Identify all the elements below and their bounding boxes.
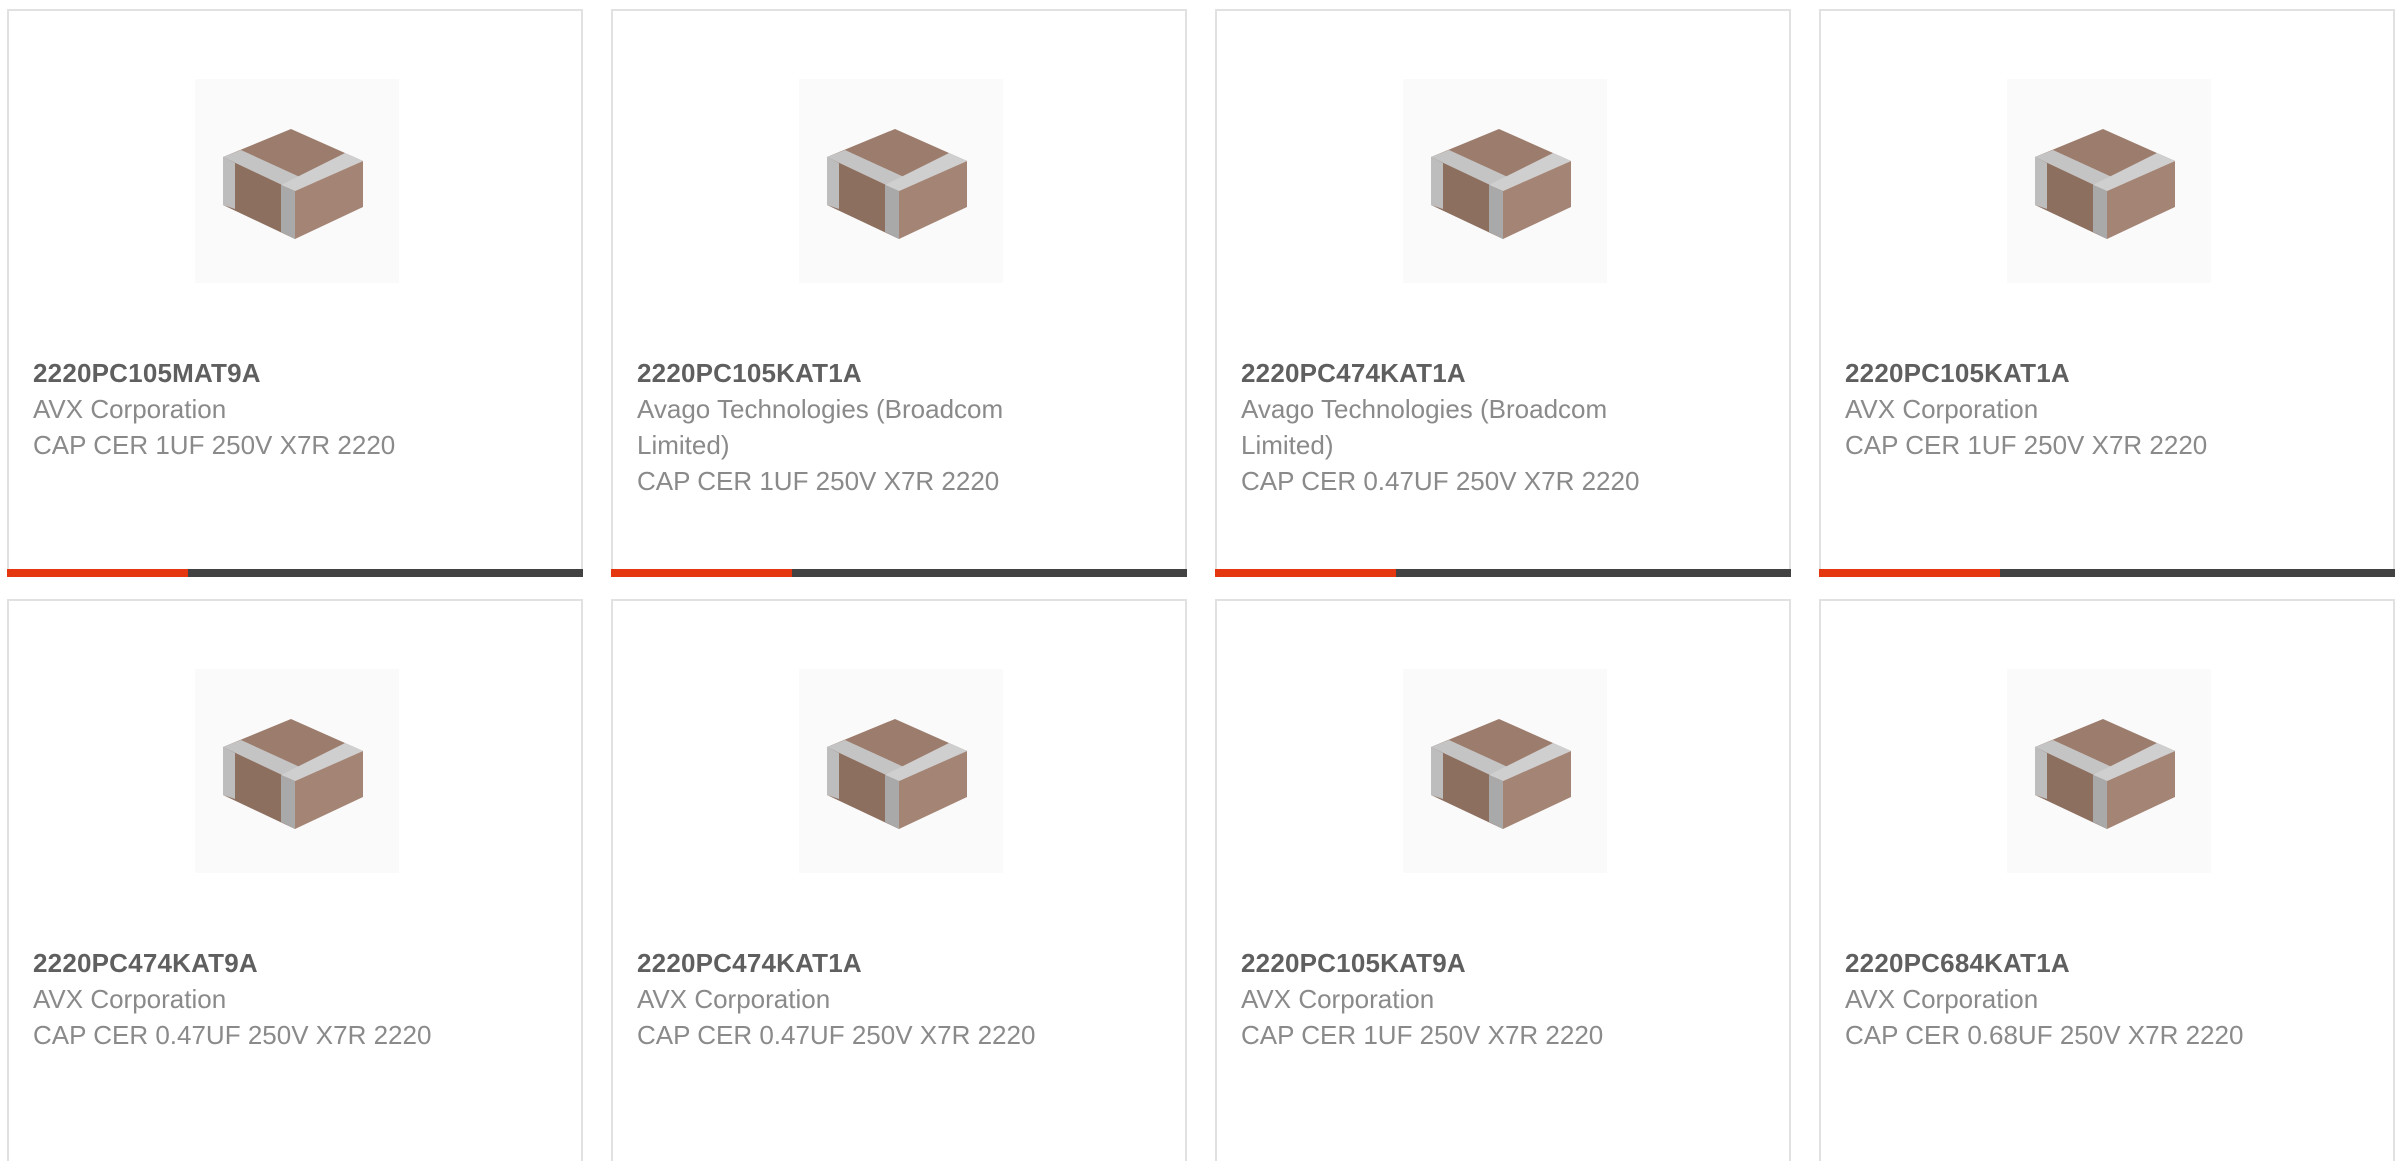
card-progress-bar — [611, 569, 1187, 577]
part-number[interactable]: 2220PC474KAT9A — [33, 945, 453, 981]
description: CAP CER 0.47UF 250V X7R 2220 — [1241, 466, 1640, 496]
product-card[interactable]: 2220PC474KAT9A AVX Corporation CAP CER 0… — [7, 599, 583, 1161]
manufacturer: AVX Corporation — [33, 984, 227, 1014]
product-card[interactable]: 2220PC474KAT1A AVX Corporation CAP CER 0… — [611, 599, 1187, 1161]
part-number[interactable]: 2220PC105KAT9A — [1241, 945, 1661, 981]
description: CAP CER 0.68UF 250V X7R 2220 — [1845, 1020, 2244, 1050]
manufacturer: Avago Technologies (Broadcom Limited) — [637, 394, 1004, 460]
ceramic-capacitor-chip-icon — [1403, 79, 1607, 283]
ceramic-capacitor-chip-icon — [1403, 669, 1607, 873]
description: CAP CER 1UF 250V X7R 2220 — [637, 466, 1000, 496]
manufacturer: AVX Corporation — [1845, 394, 2039, 424]
card-progress-bar — [1215, 569, 1791, 577]
product-card[interactable]: 2220PC105KAT9A AVX Corporation CAP CER 1… — [1215, 599, 1791, 1161]
product-card[interactable]: 2220PC105MAT9A AVX Corporation CAP CER 1… — [7, 9, 583, 577]
product-info: 2220PC474KAT1A Avago Technologies (Broad… — [1241, 355, 1661, 499]
product-card[interactable]: 2220PC474KAT1A Avago Technologies (Broad… — [1215, 9, 1791, 577]
product-card[interactable]: 2220PC684KAT1A AVX Corporation CAP CER 0… — [1819, 599, 2395, 1161]
card-progress-fill — [1819, 569, 2001, 577]
capacitor-image — [2007, 669, 2211, 873]
ceramic-capacitor-chip-icon — [799, 79, 1003, 283]
product-info: 2220PC684KAT1A AVX Corporation CAP CER 0… — [1845, 945, 2265, 1053]
product-info: 2220PC474KAT1A AVX Corporation CAP CER 0… — [637, 945, 1057, 1053]
product-info: 2220PC474KAT9A AVX Corporation CAP CER 0… — [33, 945, 453, 1053]
part-number[interactable]: 2220PC474KAT1A — [1241, 355, 1661, 391]
ceramic-capacitor-chip-icon — [195, 79, 399, 283]
part-number[interactable]: 2220PC105MAT9A — [33, 355, 453, 391]
ceramic-capacitor-chip-icon — [2007, 79, 2211, 283]
ceramic-capacitor-chip-icon — [195, 669, 399, 873]
product-grid: 2220PC105MAT9A AVX Corporation CAP CER 1… — [0, 0, 2400, 1161]
product-info: 2220PC105KAT9A AVX Corporation CAP CER 1… — [1241, 945, 1661, 1053]
description: CAP CER 1UF 250V X7R 2220 — [1241, 1020, 1604, 1050]
description: CAP CER 1UF 250V X7R 2220 — [33, 430, 396, 460]
card-progress-fill — [611, 569, 793, 577]
capacitor-image — [195, 669, 399, 873]
product-card[interactable]: 2220PC105KAT1A Avago Technologies (Broad… — [611, 9, 1187, 577]
manufacturer: AVX Corporation — [33, 394, 227, 424]
description: CAP CER 0.47UF 250V X7R 2220 — [33, 1020, 432, 1050]
capacitor-image — [799, 669, 1003, 873]
product-card[interactable]: 2220PC105KAT1A AVX Corporation CAP CER 1… — [1819, 9, 2395, 577]
card-progress-fill — [1215, 569, 1397, 577]
capacitor-image — [195, 79, 399, 283]
capacitor-image — [799, 79, 1003, 283]
manufacturer: AVX Corporation — [637, 984, 831, 1014]
product-info: 2220PC105KAT1A AVX Corporation CAP CER 1… — [1845, 355, 2265, 463]
manufacturer: AVX Corporation — [1241, 984, 1435, 1014]
capacitor-image — [1403, 79, 1607, 283]
manufacturer: Avago Technologies (Broadcom Limited) — [1241, 394, 1608, 460]
description: CAP CER 1UF 250V X7R 2220 — [1845, 430, 2208, 460]
card-progress-bar — [1819, 569, 2395, 577]
capacitor-image — [1403, 669, 1607, 873]
card-progress-bar — [7, 569, 583, 577]
ceramic-capacitor-chip-icon — [799, 669, 1003, 873]
ceramic-capacitor-chip-icon — [2007, 669, 2211, 873]
description: CAP CER 0.47UF 250V X7R 2220 — [637, 1020, 1036, 1050]
capacitor-image — [2007, 79, 2211, 283]
part-number[interactable]: 2220PC684KAT1A — [1845, 945, 2265, 981]
product-info: 2220PC105KAT1A Avago Technologies (Broad… — [637, 355, 1057, 499]
product-info: 2220PC105MAT9A AVX Corporation CAP CER 1… — [33, 355, 453, 463]
part-number[interactable]: 2220PC105KAT1A — [1845, 355, 2265, 391]
card-progress-fill — [7, 569, 189, 577]
part-number[interactable]: 2220PC105KAT1A — [637, 355, 1057, 391]
manufacturer: AVX Corporation — [1845, 984, 2039, 1014]
part-number[interactable]: 2220PC474KAT1A — [637, 945, 1057, 981]
